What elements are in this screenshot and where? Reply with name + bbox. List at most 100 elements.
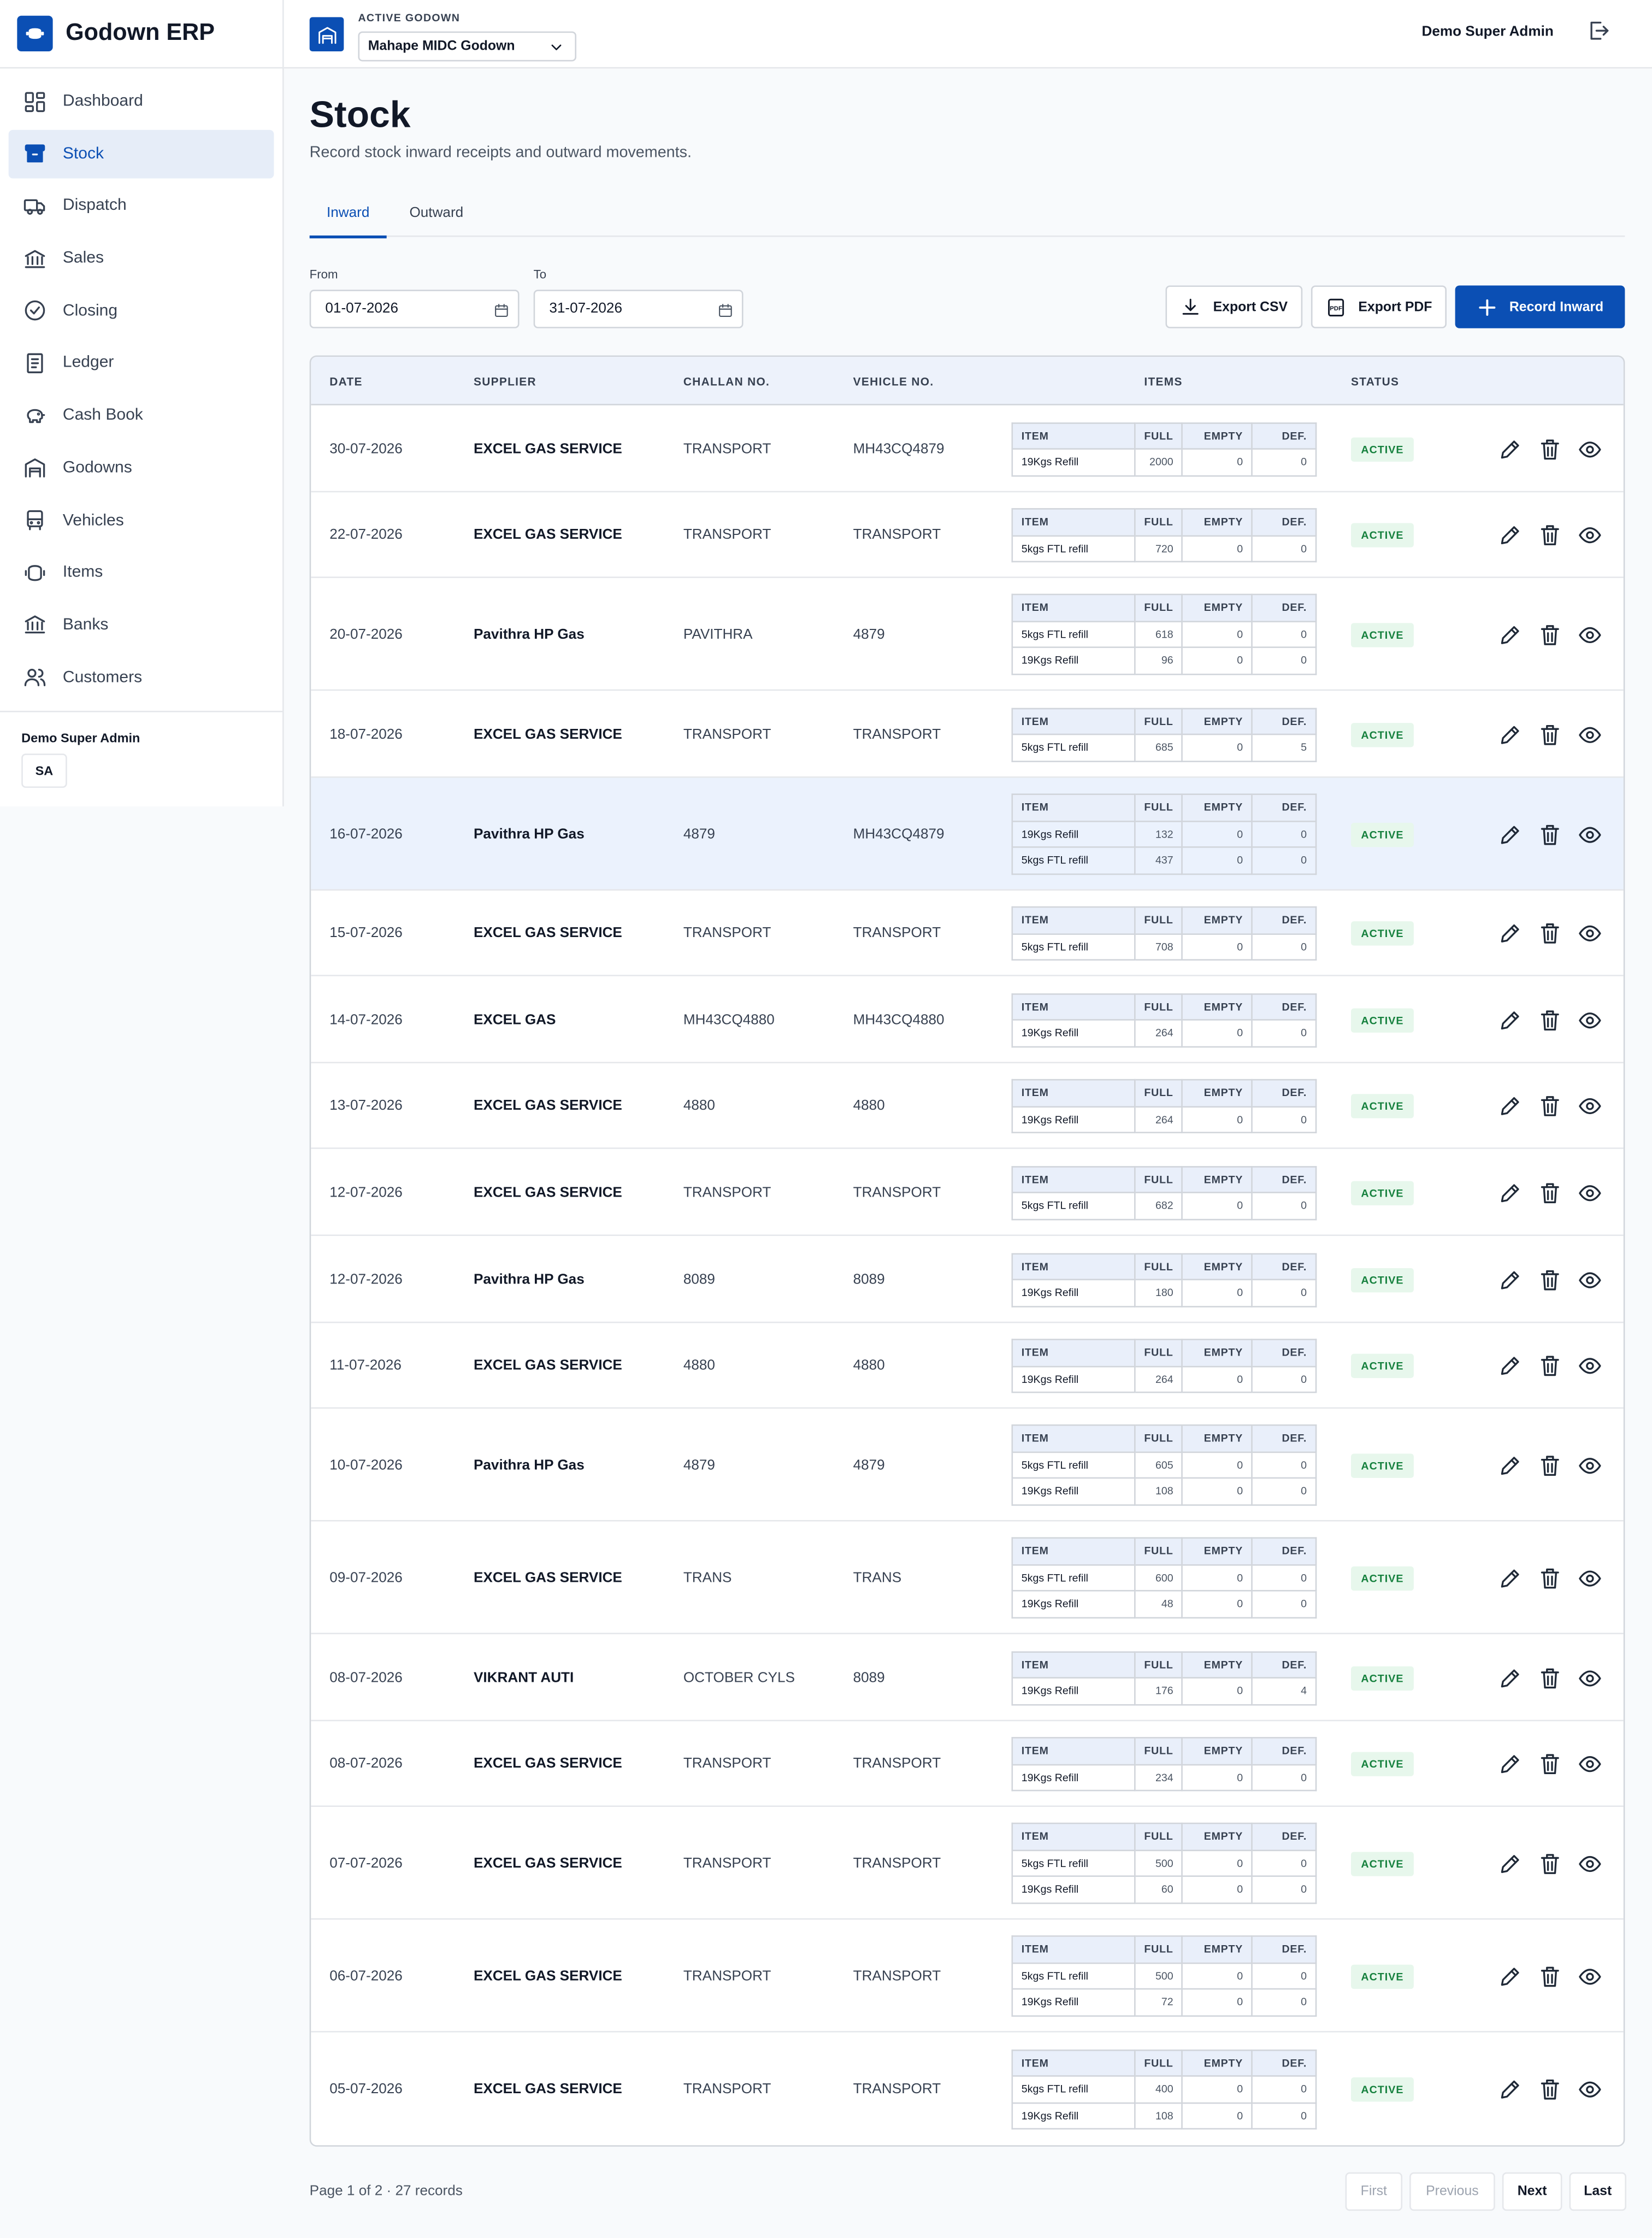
table-row[interactable]: 16-07-2026 Pavithra HP Gas 4879 MH43CQ4879 I… (311, 778, 1624, 891)
edit-pencil-icon[interactable] (1498, 921, 1522, 945)
delete-trash-icon[interactable] (1538, 1964, 1562, 1988)
godown-select[interactable]: Mahape MIDC Godown (358, 31, 577, 62)
delete-trash-icon[interactable] (1538, 622, 1562, 646)
column-header-status[interactable]: STATUS (1351, 375, 1399, 388)
sidebar-item-sales[interactable]: Sales (9, 234, 274, 283)
edit-pencil-icon[interactable] (1498, 1851, 1522, 1875)
view-eye-icon[interactable] (1577, 722, 1604, 746)
delete-trash-icon[interactable] (1538, 437, 1562, 461)
header-user-name[interactable]: Demo Super Admin (1421, 24, 1553, 40)
delete-trash-icon[interactable] (1538, 822, 1562, 846)
delete-trash-icon[interactable] (1538, 1180, 1562, 1204)
view-eye-icon[interactable] (1577, 1008, 1604, 1032)
sidebar-item-customers[interactable]: Customers (9, 653, 274, 702)
edit-pencil-icon[interactable] (1498, 1453, 1522, 1477)
edit-pencil-icon[interactable] (1498, 2077, 1522, 2101)
delete-trash-icon[interactable] (1538, 2077, 1562, 2101)
sidebar-item-closing[interactable]: Closing (9, 286, 274, 335)
delete-trash-icon[interactable] (1538, 1453, 1562, 1477)
delete-trash-icon[interactable] (1538, 1268, 1562, 1292)
column-header-challan[interactable]: CHALLAN NO. (683, 375, 770, 388)
table-row[interactable]: 06-07-2026 EXCEL GAS SERVICE TRANSPORT TRAN… (311, 1919, 1624, 2033)
edit-pencil-icon[interactable] (1498, 622, 1522, 646)
sidebar-item-stock[interactable]: Stock (8, 129, 274, 178)
table-row[interactable]: 11-07-2026 EXCEL GAS SERVICE 4880 4880 ITEM F… (311, 1323, 1624, 1409)
sidebar-item-items[interactable]: Items (9, 549, 274, 597)
to-date-input[interactable]: 31-07-2026 (533, 290, 744, 328)
last-page-button[interactable]: Last (1569, 2172, 1626, 2211)
table-row[interactable]: 30-07-2026 EXCEL GAS SERVICE TRANSPORT MH43… (311, 405, 1624, 493)
delete-trash-icon[interactable] (1538, 1566, 1562, 1590)
edit-pencil-icon[interactable] (1498, 1964, 1522, 1988)
view-eye-icon[interactable] (1577, 1268, 1604, 1292)
previous-page-button[interactable]: Previous (1409, 2172, 1495, 2211)
next-page-button[interactable]: Next (1502, 2172, 1562, 2211)
first-page-button[interactable]: First (1345, 2172, 1403, 2211)
delete-trash-icon[interactable] (1538, 1851, 1562, 1875)
table-row[interactable]: 08-07-2026 VIKRANT AUTI OCTOBER CYLS 8089 IT… (311, 1634, 1624, 1722)
view-eye-icon[interactable] (1577, 2077, 1604, 2101)
column-header-date[interactable]: DATE (329, 375, 363, 388)
delete-trash-icon[interactable] (1538, 1665, 1562, 1689)
delete-trash-icon[interactable] (1538, 722, 1562, 746)
view-eye-icon[interactable] (1577, 1665, 1604, 1689)
view-eye-icon[interactable] (1577, 1453, 1604, 1477)
view-eye-icon[interactable] (1577, 1752, 1604, 1776)
view-eye-icon[interactable] (1577, 1180, 1604, 1204)
view-eye-icon[interactable] (1577, 437, 1604, 461)
delete-trash-icon[interactable] (1538, 1094, 1562, 1118)
edit-pencil-icon[interactable] (1498, 822, 1522, 846)
table-row[interactable]: 07-07-2026 EXCEL GAS SERVICE TRANSPORT TRAN… (311, 1807, 1624, 1920)
logout-icon[interactable] (1586, 19, 1610, 43)
sidebar-item-vehicles[interactable]: Vehicles (9, 496, 274, 545)
view-eye-icon[interactable] (1577, 523, 1604, 547)
table-row[interactable]: 12-07-2026 Pavithra HP Gas 8089 8089 ITEM FUL… (311, 1236, 1624, 1323)
from-date-input[interactable]: 01-07-2026 (309, 290, 520, 328)
view-eye-icon[interactable] (1577, 1094, 1604, 1118)
delete-trash-icon[interactable] (1538, 1354, 1562, 1378)
view-eye-icon[interactable] (1577, 622, 1604, 646)
view-eye-icon[interactable] (1577, 1851, 1604, 1875)
table-row[interactable]: 14-07-2026 EXCEL GAS MH43CQ4880 MH43CQ4880 I… (311, 976, 1624, 1064)
export-csv-button[interactable]: Export CSV (1165, 285, 1303, 328)
view-eye-icon[interactable] (1577, 1566, 1604, 1590)
edit-pencil-icon[interactable] (1498, 437, 1522, 461)
sidebar-item-banks[interactable]: Banks (9, 600, 274, 649)
avatar[interactable]: SA (21, 753, 67, 788)
column-header-supplier[interactable]: SUPPLIER (474, 375, 536, 388)
sidebar-item-godowns[interactable]: Godowns (9, 444, 274, 492)
sidebar-item-cash-book[interactable]: Cash Book (9, 391, 274, 440)
calendar-icon[interactable] (718, 303, 734, 319)
table-row[interactable]: 22-07-2026 EXCEL GAS SERVICE TRANSPORT TRAN… (311, 492, 1624, 578)
delete-trash-icon[interactable] (1538, 1752, 1562, 1776)
table-row[interactable]: 20-07-2026 Pavithra HP Gas PAVITHRA 4879 ITE… (311, 578, 1624, 691)
edit-pencil-icon[interactable] (1498, 1180, 1522, 1204)
edit-pencil-icon[interactable] (1498, 1566, 1522, 1590)
view-eye-icon[interactable] (1577, 1354, 1604, 1378)
edit-pencil-icon[interactable] (1498, 523, 1522, 547)
edit-pencil-icon[interactable] (1498, 1008, 1522, 1032)
calendar-icon[interactable] (494, 303, 510, 319)
sidebar-item-ledger[interactable]: Ledger (9, 339, 274, 387)
view-eye-icon[interactable] (1577, 822, 1604, 846)
edit-pencil-icon[interactable] (1498, 1665, 1522, 1689)
export-pdf-button[interactable]: PDF Export PDF (1311, 285, 1447, 328)
sidebar-item-dashboard[interactable]: Dashboard (9, 77, 274, 126)
edit-pencil-icon[interactable] (1498, 722, 1522, 746)
tab-inward[interactable]: Inward (309, 205, 387, 239)
table-row[interactable]: 09-07-2026 EXCEL GAS SERVICE TRANS TRANS ITE… (311, 1521, 1624, 1634)
delete-trash-icon[interactable] (1538, 523, 1562, 547)
record-inward-button[interactable]: Record Inward (1455, 285, 1625, 328)
table-row[interactable]: 12-07-2026 EXCEL GAS SERVICE TRANSPORT TRAN… (311, 1149, 1624, 1236)
sidebar-item-dispatch[interactable]: Dispatch (9, 182, 274, 231)
view-eye-icon[interactable] (1577, 1964, 1604, 1988)
tab-outward[interactable]: Outward (409, 205, 463, 235)
column-header-vehicle[interactable]: VEHICLE NO. (853, 375, 934, 388)
edit-pencil-icon[interactable] (1498, 1094, 1522, 1118)
table-row[interactable]: 05-07-2026 EXCEL GAS SERVICE TRANSPORT TRAN… (311, 2032, 1624, 2146)
table-row[interactable]: 18-07-2026 EXCEL GAS SERVICE TRANSPORT TRAN… (311, 691, 1624, 778)
brand[interactable]: Godown ERP (0, 0, 283, 69)
table-row[interactable]: 15-07-2026 EXCEL GAS SERVICE TRANSPORT TRAN… (311, 891, 1624, 976)
table-row[interactable]: 08-07-2026 EXCEL GAS SERVICE TRANSPORT TRAN… (311, 1721, 1624, 1807)
delete-trash-icon[interactable] (1538, 921, 1562, 945)
